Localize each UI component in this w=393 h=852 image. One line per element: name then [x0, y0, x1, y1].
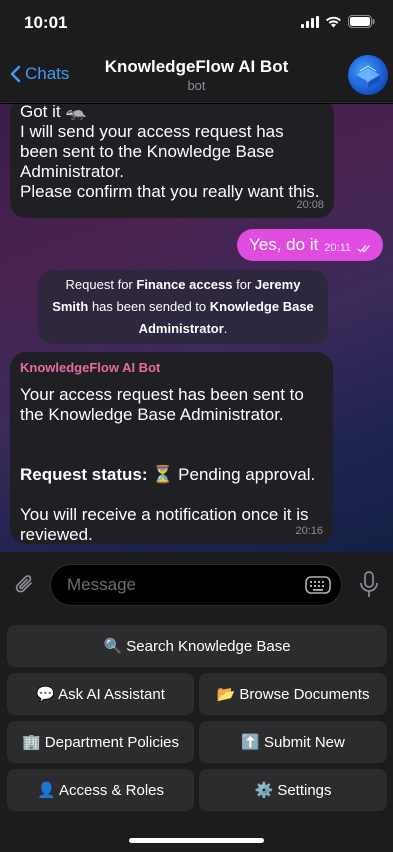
- message-text: Got it 🦡 I will send your access request…: [20, 104, 320, 201]
- home-indicator[interactable]: [129, 838, 264, 843]
- message-input[interactable]: [67, 565, 297, 605]
- message-composer: [0, 552, 393, 620]
- access-roles-button[interactable]: 👤 Access & Roles: [7, 769, 194, 811]
- settings-button[interactable]: ⚙️ Settings: [199, 769, 387, 811]
- sender-name: KnowledgeFlow AI Bot: [20, 360, 161, 375]
- microphone-icon[interactable]: [359, 570, 379, 600]
- paperclip-icon[interactable]: [12, 572, 38, 598]
- message-paragraph: Your access request has been sent to the…: [20, 385, 304, 424]
- keyboard-icon[interactable]: [305, 575, 331, 595]
- chat-area[interactable]: Got it 🦡 I will send your access request…: [0, 104, 393, 552]
- message-time: 20:11: [324, 242, 351, 254]
- message-time: 20:08: [296, 199, 324, 211]
- service-message: Request for Finance access for Jeremy Sm…: [38, 270, 328, 344]
- bot-avatar[interactable]: [348, 55, 388, 95]
- chat-header: Chats KnowledgeFlow AI Bot bot: [0, 47, 393, 103]
- message-time: 20:16: [295, 525, 323, 537]
- search-knowledge-base-button[interactable]: 🔍 Search Knowledge Base: [7, 625, 387, 667]
- bot-keyboard: 🔍 Search Knowledge Base 💬 Ask AI Assista…: [0, 620, 393, 852]
- double-check-icon: [357, 244, 370, 252]
- submit-new-button[interactable]: ⬆️ Submit New: [199, 721, 387, 763]
- browse-documents-button[interactable]: 📂 Browse Documents: [199, 673, 387, 715]
- outgoing-message[interactable]: Yes, do it 20:11: [236, 229, 383, 261]
- signal-icon: [301, 15, 319, 28]
- status-time: 10:01: [24, 13, 68, 32]
- incoming-message[interactable]: KnowledgeFlow AI Bot Your access request…: [10, 352, 333, 544]
- status-icons: [301, 15, 375, 28]
- avatar-cube-icon: [356, 65, 380, 88]
- department-policies-button[interactable]: 🏢 Department Policies: [7, 721, 194, 763]
- wifi-icon: [326, 16, 341, 27]
- message-text: Yes, do it: [248, 235, 319, 254]
- battery-icon: [348, 15, 375, 28]
- message-input-container: [50, 564, 342, 606]
- ask-ai-assistant-button[interactable]: 💬 Ask AI Assistant: [7, 673, 194, 715]
- status-label: Request status:: [20, 465, 148, 484]
- message-paragraph: You will receive a notification once it …: [20, 505, 309, 544]
- status-value: ⏳ Pending approval.: [147, 465, 316, 484]
- incoming-message[interactable]: Got it 🦡 I will send your access request…: [10, 104, 334, 218]
- chat-title[interactable]: KnowledgeFlow AI Bot: [0, 57, 393, 77]
- status-bar: 10:01: [0, 0, 393, 47]
- request-status-line: Request status: ⏳ Pending approval.: [20, 445, 321, 485]
- chat-subtitle: bot: [187, 78, 206, 93]
